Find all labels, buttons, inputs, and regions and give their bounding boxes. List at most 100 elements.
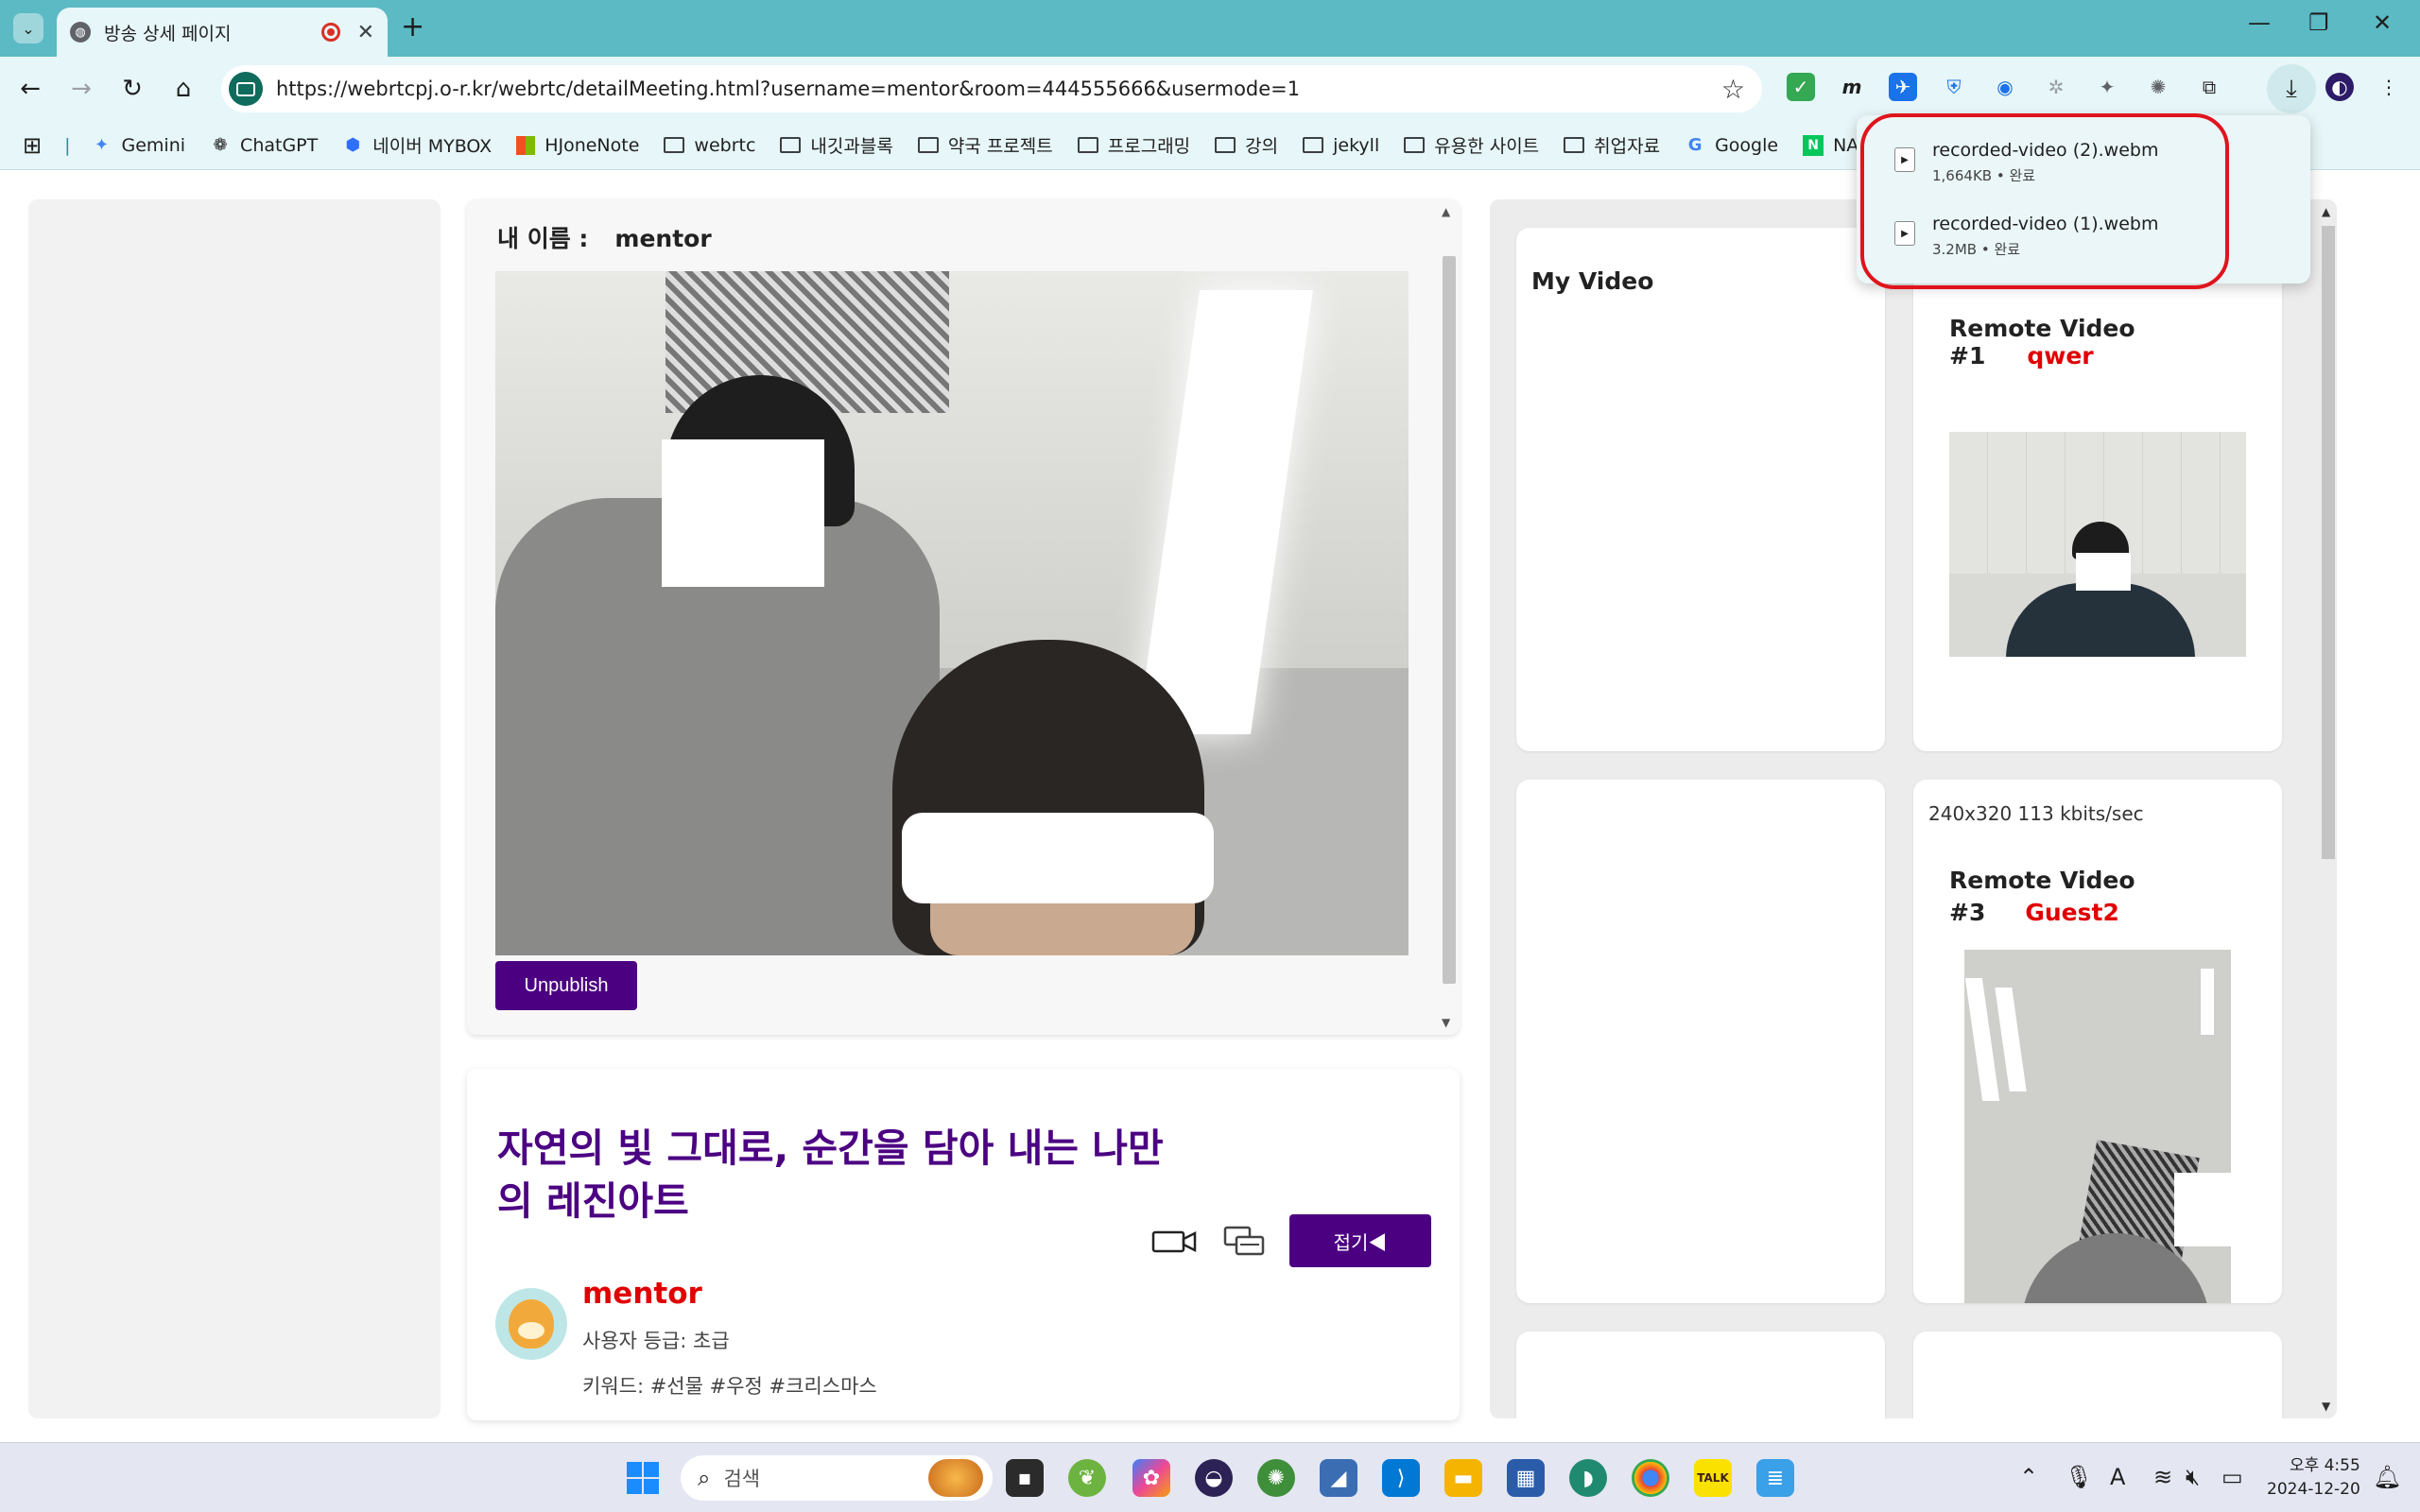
taskbar-search[interactable]: ⌕ 검색 bbox=[681, 1455, 993, 1501]
left-sidebar-panel bbox=[28, 199, 441, 1418]
bookmark-folder-jobs[interactable]: 취업자료 bbox=[1564, 132, 1660, 158]
vscode-icon[interactable]: ⟩ bbox=[1382, 1459, 1420, 1497]
new-tab-button[interactable]: + bbox=[401, 13, 424, 42]
shield-check-extension-icon[interactable]: ✓ bbox=[1787, 73, 1815, 101]
gear-extension-icon[interactable]: ✲ bbox=[2042, 73, 2070, 101]
video-call-site-icon[interactable] bbox=[229, 72, 263, 106]
my-name-label: 내 이름 : bbox=[497, 225, 589, 252]
bookmark-folder-webrtc[interactable]: webrtc bbox=[664, 135, 755, 156]
active-tab[interactable]: ◍ 방송 상세 페이지 ✕ bbox=[57, 8, 388, 57]
remote-video-tile-3: 240x320 113 kbits/sec Remote Video #3 Gue… bbox=[1913, 780, 2282, 1303]
windows-taskbar: ⌕ 검색 ▪ ❦ ✿ ◒ ✺ ◢ ⟩ ▬ ▦ ◗ TALK ≣ ⌃ 🎙︎ A ≋… bbox=[0, 1442, 2420, 1512]
download-icon[interactable]: ⤓ bbox=[2267, 64, 2316, 113]
app-icon[interactable]: ◗ bbox=[1569, 1459, 1607, 1497]
face-redaction-box bbox=[2174, 1173, 2231, 1246]
taskbar-clock[interactable]: 오후 4:55 2024-12-20 bbox=[2267, 1454, 2360, 1502]
bookmark-naver[interactable]: N NA bbox=[1803, 134, 1858, 156]
url-text[interactable]: https://webrtcpj.o-r.kr/webrtc/detailMee… bbox=[276, 77, 1721, 100]
minimize-icon[interactable]: — bbox=[2248, 9, 2271, 36]
speaker-muted-icon[interactable]: 🔇︎ bbox=[2186, 1464, 2200, 1490]
mysql-icon[interactable]: ◢ bbox=[1320, 1459, 1357, 1497]
eclipse-icon[interactable]: ◒ bbox=[1195, 1459, 1233, 1497]
file-explorer-icon[interactable]: ▬ bbox=[1444, 1459, 1482, 1497]
page-scrollbar[interactable]: ▲ ▼ bbox=[2318, 205, 2337, 1415]
remote-video-1-user: qwer bbox=[2027, 342, 2094, 369]
chrome-icon[interactable] bbox=[1632, 1459, 1669, 1497]
scroll-down-arrow-icon[interactable]: ▼ bbox=[2322, 1400, 2330, 1413]
copilot-icon[interactable]: ✿ bbox=[1132, 1459, 1170, 1497]
sts-icon[interactable]: ✺ bbox=[1257, 1459, 1295, 1497]
address-bar[interactable]: https://webrtcpj.o-r.kr/webrtc/detailMee… bbox=[221, 65, 1762, 112]
sparkle-extension-icon[interactable]: ✦ bbox=[2093, 73, 2121, 101]
task-view-icon[interactable]: ▪ bbox=[1006, 1459, 1044, 1497]
clock-time: 오후 4:55 bbox=[2289, 1456, 2360, 1475]
globe-icon: ◍ bbox=[70, 22, 91, 43]
puzzle-extensions-icon[interactable]: ⧉ bbox=[2195, 73, 2223, 101]
camera-toggle-icon[interactable] bbox=[1151, 1228, 1197, 1256]
browser-tab-strip: ⌄ ◍ 방송 상세 페이지 ✕ + — ❐ ✕ bbox=[0, 0, 2420, 57]
bookmark-gemini[interactable]: ✦ Gemini bbox=[92, 135, 185, 156]
microphone-icon[interactable]: 🎙︎ bbox=[2065, 1464, 2093, 1490]
bookmark-folder-programming[interactable]: 프로그래밍 bbox=[1077, 132, 1190, 158]
apps-grid-icon[interactable]: ⊞ bbox=[23, 132, 42, 159]
reload-icon[interactable]: ↻ bbox=[115, 72, 149, 106]
bookmark-folder-pharmacy[interactable]: 약국 프로젝트 bbox=[917, 132, 1053, 158]
tray-chevron-up-icon[interactable]: ⌃ bbox=[2019, 1464, 2038, 1490]
bookmark-naver-mybox[interactable]: ⬢ 네이버 MYBOX bbox=[342, 132, 492, 158]
folder-icon bbox=[917, 137, 939, 153]
bookmark-folder-lecture[interactable]: 강의 bbox=[1215, 132, 1278, 158]
shield-extension-icon[interactable]: ⛨ bbox=[1940, 73, 1968, 101]
tab-search-button[interactable]: ⌄ bbox=[13, 13, 43, 43]
forward-arrow-icon[interactable]: → bbox=[64, 72, 98, 106]
remote-video-3-stream[interactable] bbox=[1964, 950, 2231, 1303]
google-icon: G bbox=[1687, 135, 1703, 155]
bug-extension-icon[interactable]: ✺ bbox=[2144, 73, 2172, 101]
store-icon[interactable]: ▦ bbox=[1507, 1459, 1545, 1497]
back-arrow-icon[interactable]: ← bbox=[13, 72, 47, 106]
card-scrollbar[interactable]: ▲ ▼ bbox=[1437, 199, 1460, 1035]
download-filename: recorded-video (1).webm bbox=[1932, 214, 2159, 234]
kakaotalk-icon[interactable]: TALK bbox=[1694, 1459, 1732, 1497]
battery-icon[interactable]: ▭ bbox=[2221, 1464, 2243, 1490]
download-item[interactable]: ▶ recorded-video (2).webm 1,664KB • 완료 bbox=[1894, 140, 2158, 185]
globe-extension-icon[interactable]: ◉ bbox=[1991, 73, 2019, 101]
download-status: 1,664KB • 완료 bbox=[1932, 167, 2036, 184]
more-menu-icon[interactable]: ⋮ bbox=[2375, 73, 2403, 101]
local-video-stream[interactable] bbox=[495, 271, 1409, 955]
wifi-icon[interactable]: ≋ bbox=[2153, 1464, 2172, 1490]
spring-tool-icon[interactable]: ❦ bbox=[1068, 1459, 1106, 1497]
remote-video-1-stream[interactable] bbox=[1949, 432, 2246, 657]
rocket-extension-icon[interactable]: ✈ bbox=[1889, 73, 1917, 101]
home-icon[interactable]: ⌂ bbox=[166, 72, 200, 106]
bookmark-chatgpt[interactable]: ❁ ChatGPT bbox=[210, 135, 319, 156]
ime-icon[interactable]: A bbox=[2110, 1464, 2125, 1490]
close-tab-icon[interactable]: ✕ bbox=[357, 21, 374, 44]
bookmark-folder-jekyll[interactable]: jekyll bbox=[1303, 135, 1379, 156]
notepad-icon[interactable]: ≣ bbox=[1756, 1459, 1794, 1497]
screen-share-icon[interactable] bbox=[1223, 1226, 1265, 1258]
scroll-up-arrow-icon[interactable]: ▲ bbox=[2322, 205, 2330, 218]
broadcast-title: 자연의 빛 그대로, 순간을 담아 내는 나만의 레진아트 bbox=[497, 1125, 1164, 1224]
bookmark-star-icon[interactable]: ☆ bbox=[1721, 74, 1745, 105]
remote-video-3-user: Guest2 bbox=[2025, 899, 2119, 926]
folder-icon bbox=[664, 137, 685, 153]
scroll-up-arrow-icon[interactable]: ▲ bbox=[1442, 205, 1450, 218]
scrollbar-thumb[interactable] bbox=[1443, 256, 1456, 984]
m-extension-icon[interactable]: m bbox=[1838, 73, 1866, 101]
bookmark-hjonenote[interactable]: HJoneNote bbox=[516, 135, 639, 156]
bookmark-google[interactable]: G Google bbox=[1685, 135, 1778, 156]
page-scrollbar-thumb[interactable] bbox=[2322, 226, 2335, 859]
scroll-down-arrow-icon[interactable]: ▼ bbox=[1442, 1016, 1450, 1029]
search-highlight-icon bbox=[928, 1459, 983, 1497]
profile-avatar[interactable]: ◐ bbox=[2325, 73, 2354, 101]
download-item[interactable]: ▶ recorded-video (1).webm 3.2MB • 완료 bbox=[1894, 214, 2158, 259]
windows-start-icon[interactable] bbox=[624, 1459, 662, 1497]
collapse-button[interactable]: 접기◀ bbox=[1289, 1214, 1431, 1267]
host-avatar bbox=[495, 1288, 567, 1360]
close-window-icon[interactable]: ✕ bbox=[2373, 9, 2392, 36]
notification-bell-icon[interactable]: 🔔︎ bbox=[2373, 1464, 2401, 1490]
restore-icon[interactable]: ❐ bbox=[2308, 9, 2329, 36]
unpublish-button[interactable]: Unpublish bbox=[495, 961, 637, 1010]
bookmark-folder-useful-sites[interactable]: 유용한 사이트 bbox=[1404, 132, 1539, 158]
bookmark-folder-blog[interactable]: 내깃과블록 bbox=[780, 132, 893, 158]
